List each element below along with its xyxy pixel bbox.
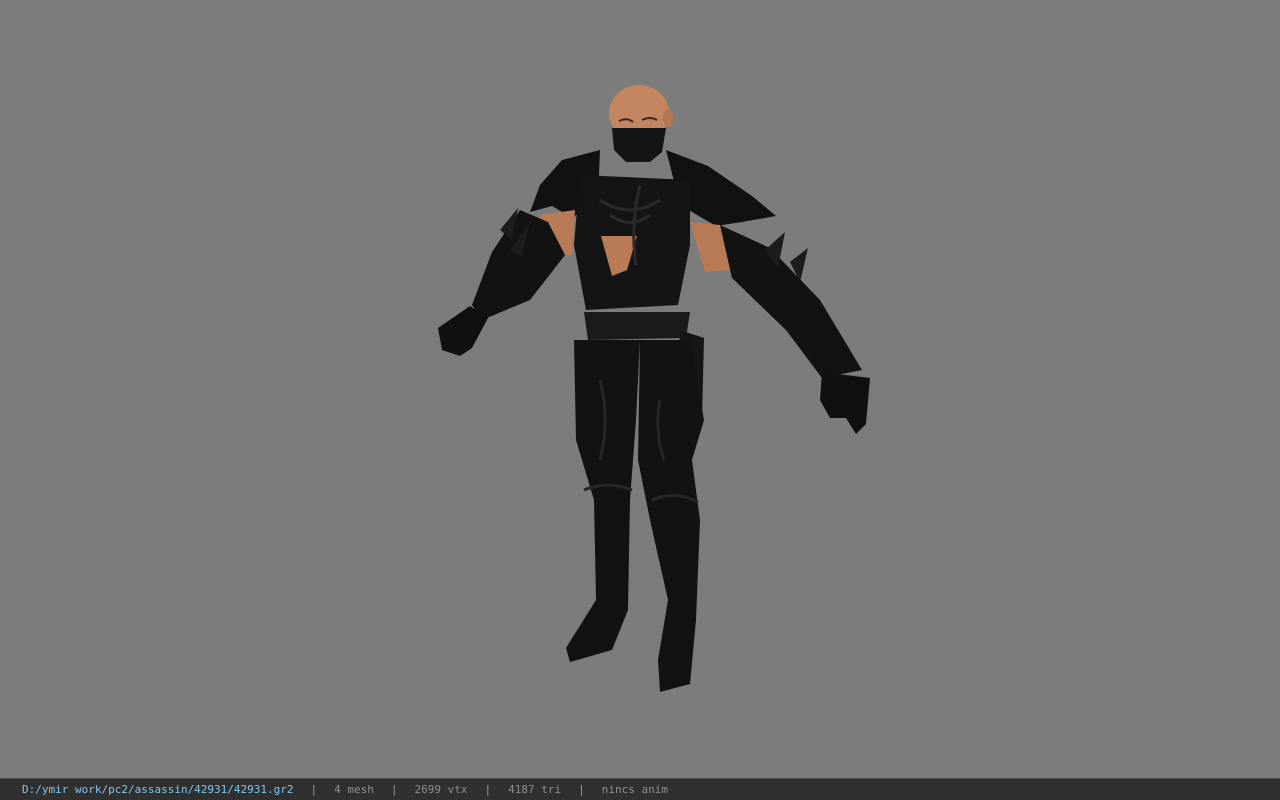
status-separator: | [578,783,585,796]
model-right-forearm [720,225,862,378]
triangle-count: 4187 tri [508,783,562,796]
model-right-hand [820,372,870,434]
character-model-render [438,85,870,692]
status-separator: | [484,783,492,796]
model-belt [584,312,690,340]
model-ear [663,109,673,127]
model-mask [612,128,666,162]
status-bar: D:/ymir work/pc2/assassin/42931/42931.gr… [0,778,1280,800]
animation-status: nincs anim [601,783,668,796]
mesh-count: 4 mesh [334,783,374,796]
3d-viewport[interactable] [0,0,1280,778]
vertex-count: 2699 vtx [414,783,468,796]
model-left-hand [438,306,488,356]
model-file-path: D:/ymir work/pc2/assassin/42931/42931.gr… [22,783,294,796]
status-separator: | [310,783,318,796]
status-separator: | [390,783,398,796]
model-right-leg [638,340,704,692]
